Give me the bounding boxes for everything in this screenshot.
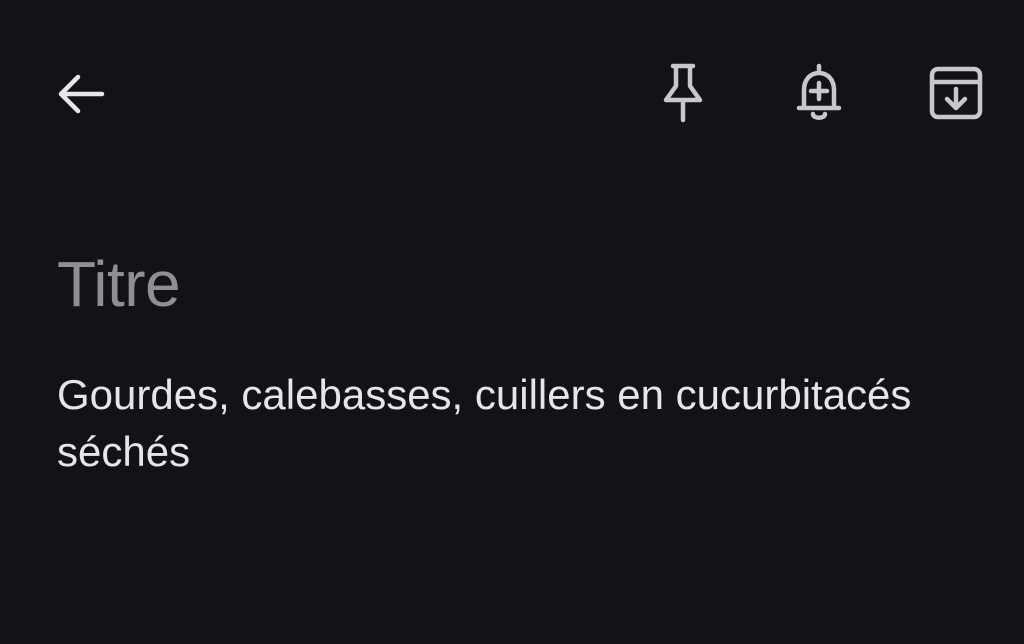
archive-button[interactable]: [920, 58, 992, 128]
pin-icon: [663, 63, 703, 123]
add-reminder-button[interactable]: [784, 58, 854, 128]
pin-button[interactable]: [648, 58, 718, 128]
back-button[interactable]: [46, 62, 114, 126]
bell-plus-icon: [796, 63, 842, 120]
archive-icon: [929, 66, 983, 120]
note-title-field[interactable]: Titre: [57, 244, 997, 324]
arrow-left-icon: [58, 74, 105, 114]
note-body-field[interactable]: Gourdes, calebasses, cuillers en cucurbi…: [57, 366, 1007, 480]
